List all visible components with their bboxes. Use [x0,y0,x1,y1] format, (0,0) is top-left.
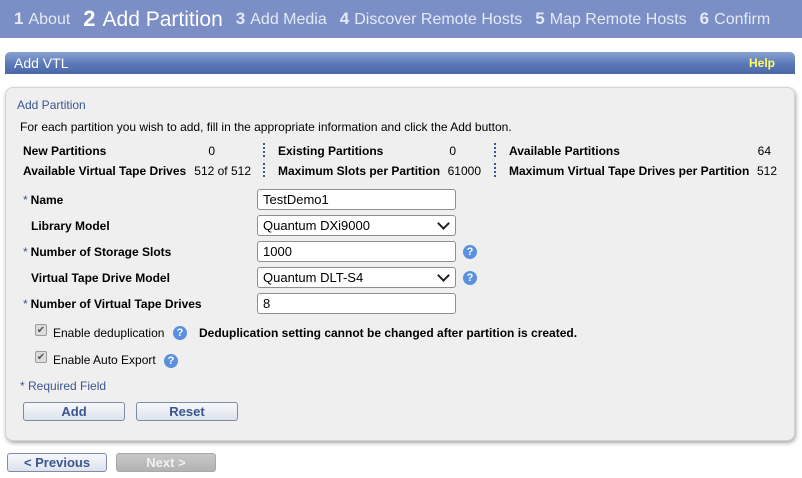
dedup-note: Deduplication setting cannot be changed … [199,326,578,340]
max-drives-value: 512 [756,164,777,178]
new-partitions-label: New Partitions [23,144,107,158]
step-label: About [28,11,71,28]
dedup-label: Enable deduplication [53,326,165,340]
step-discover-remote-hosts[interactable]: 4 Discover Remote Hosts [340,9,523,29]
chevron-down-icon [437,217,450,230]
available-drives-label: Available Virtual Tape Drives [23,164,187,178]
help-icon[interactable]: ? [463,245,477,259]
step-number: 4 [339,9,350,28]
dedup-checkbox[interactable]: ✔ [35,324,47,336]
auto-export-label: Enable Auto Export [53,353,156,367]
max-slots-value: 61000 [447,164,481,178]
previous-button[interactable]: < Previous [7,453,107,472]
help-icon[interactable]: ? [173,326,187,340]
library-model-select[interactable]: Quantum DXi9000 [257,215,456,236]
required-field-note: * Required Field [20,379,107,393]
available-drives-value: 512 of 512 [194,164,251,178]
chevron-down-icon [437,269,450,282]
step-about[interactable]: 1 About [14,9,70,29]
storage-slots-label-text: Number of Storage Slots [30,245,172,259]
virtual-drives-value: 8 [263,296,271,311]
step-add-media[interactable]: 3 Add Media [236,9,327,29]
page-title: Add VTL [14,55,69,71]
help-icon[interactable]: ? [463,271,477,285]
step-label: Discover Remote Hosts [354,11,523,28]
new-partitions-value: 0 [208,144,215,158]
name-value: TestDemo1 [263,192,329,207]
help-link[interactable]: Help [749,56,775,70]
partition-summary: New Partitions 0 Existing Partitions 0 A… [23,142,783,182]
step-label: Add Media [250,11,327,28]
step-map-remote-hosts[interactable]: 5 Map Remote Hosts [535,9,686,29]
storage-slots-label: * Number of Storage Slots [23,245,171,259]
required-mark: * [23,245,28,259]
name-label-text: Name [30,193,64,207]
virtual-drives-label: * Number of Virtual Tape Drives [23,297,202,311]
summary-divider [263,163,265,177]
drive-model-select[interactable]: Quantum DLT-S4 [257,267,456,288]
drive-model-label: Virtual Tape Drive Model [31,271,170,285]
title-bar: Add VTL Help [5,52,795,74]
library-model-value: Quantum DXi9000 [263,218,370,233]
summary-divider [263,143,265,157]
add-partition-panel: Add Partition For each partition you wis… [5,87,795,441]
drive-model-value: Quantum DLT-S4 [263,270,364,285]
step-number: 6 [699,9,710,28]
step-label: Add Partition [102,8,223,31]
next-button[interactable]: Next > [116,453,216,472]
step-label: Confirm [714,11,771,28]
required-mark: * [23,193,28,207]
summary-divider [494,163,496,177]
storage-slots-input[interactable]: 1000 [257,241,456,262]
help-icon[interactable]: ? [164,354,178,368]
step-number: 5 [535,9,545,28]
section-title: Add Partition [17,98,86,112]
auto-export-checkbox[interactable]: ✔ [35,351,47,363]
library-model-label: Library Model [31,219,110,233]
max-slots-label: Maximum Slots per Partition [278,164,441,178]
virtual-drives-label-text: Number of Virtual Tape Drives [30,297,202,311]
available-partitions-value: 64 [757,144,771,158]
name-input[interactable]: TestDemo1 [257,189,456,210]
step-add-partition[interactable]: 2 Add Partition [83,6,223,32]
summary-divider [494,143,496,157]
reset-button[interactable]: Reset [136,402,238,421]
name-label: * Name [23,193,63,207]
available-partitions-label: Available Partitions [509,144,620,158]
step-label: Map Remote Hosts [549,11,687,28]
virtual-drives-input[interactable]: 8 [257,293,456,314]
existing-partitions-value: 0 [449,144,456,158]
intro-text: For each partition you wish to add, fill… [20,120,512,134]
step-number: 2 [83,6,96,31]
max-drives-label: Maximum Virtual Tape Drives per Partitio… [509,164,750,178]
wizard-steps: 1 About 2 Add Partition 3 Add Media 4 Discov… [0,0,802,38]
step-confirm[interactable]: 6 Confirm [700,9,770,29]
step-number: 1 [14,9,24,28]
step-number: 3 [235,9,246,28]
storage-slots-value: 1000 [263,244,292,259]
add-button[interactable]: Add [23,402,125,421]
required-mark: * [23,297,28,311]
existing-partitions-label: Existing Partitions [278,144,384,158]
